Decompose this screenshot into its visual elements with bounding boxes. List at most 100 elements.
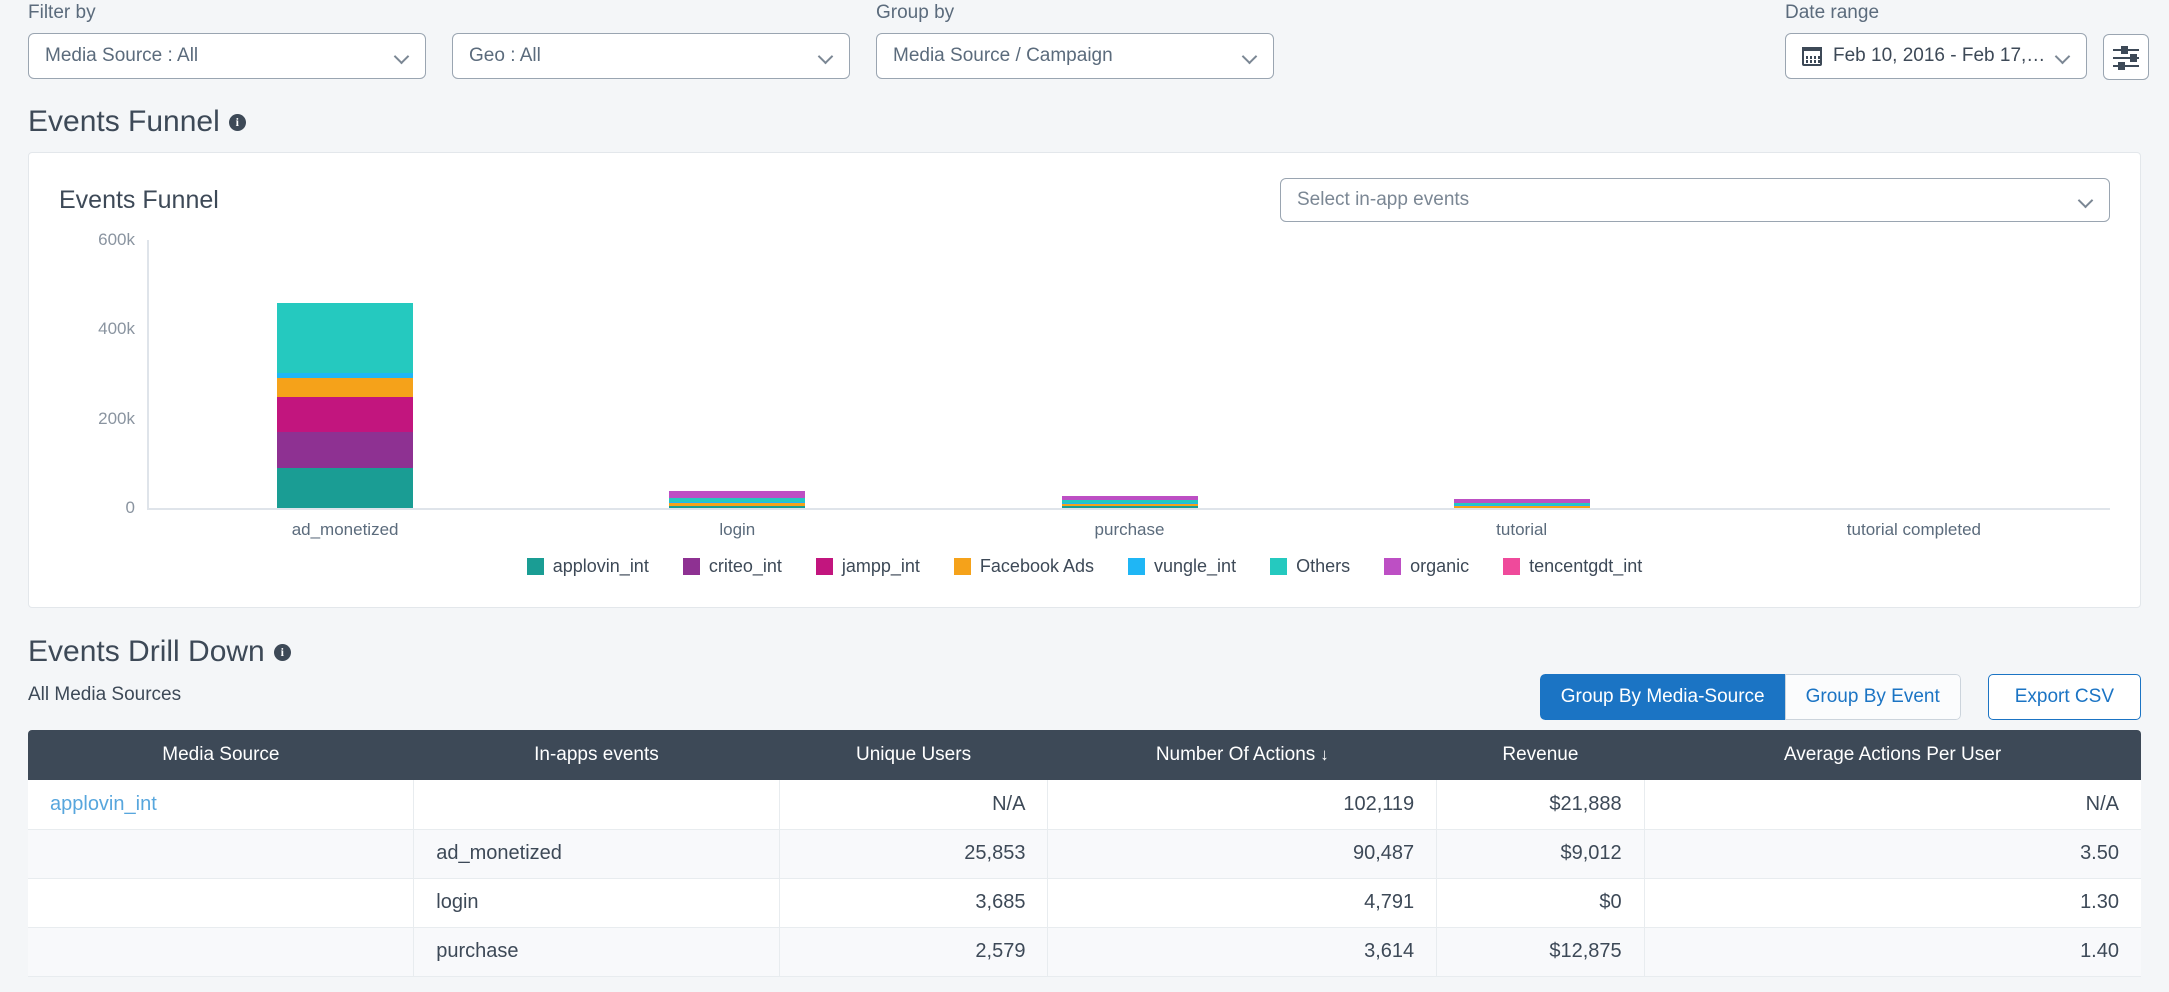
cell-average-actions-per-user: 1.40: [1644, 927, 2141, 976]
filter-by-label: Filter by: [28, 0, 426, 24]
cell-in-app-event: login: [414, 878, 779, 927]
chart-bar-segment[interactable]: [277, 468, 413, 508]
geo-value: Geo : All: [469, 45, 809, 67]
legend-label: applovin_int: [553, 556, 649, 577]
chart-x-tick-label: login: [719, 520, 755, 540]
cell-unique-users: 3,685: [779, 878, 1048, 927]
cell-in-app-event: [414, 780, 779, 829]
legend-label: vungle_int: [1154, 556, 1236, 577]
media-source-link[interactable]: applovin_int: [50, 793, 157, 815]
chart-x-axis-labels: ad_monetizedloginpurchasetutorialtutoria…: [149, 520, 2110, 544]
legend-item[interactable]: Facebook Ads: [954, 556, 1094, 577]
chart-bar-segment[interactable]: [1062, 506, 1198, 508]
filter-bar: Filter by Media Source : All Geo : All G…: [0, 0, 2169, 104]
cell-unique-users: N/A: [779, 780, 1048, 829]
table-body: applovin_intN/A102,119$21,888N/Aad_monet…: [28, 780, 2141, 976]
chart-bar-stack[interactable]: [277, 303, 413, 508]
cell-in-app-event: purchase: [414, 927, 779, 976]
legend-item[interactable]: tencentgdt_int: [1503, 556, 1642, 577]
chart-bar-segment[interactable]: [277, 303, 413, 373]
chart-bar-segment[interactable]: [277, 397, 413, 432]
chart-bar-segment[interactable]: [669, 506, 805, 508]
table-header-row: Media SourceIn-apps eventsUnique UsersNu…: [28, 730, 2141, 780]
legend-swatch: [1128, 558, 1145, 575]
chart-x-tick-label: tutorial: [1496, 520, 1547, 540]
legend-item[interactable]: vungle_int: [1128, 556, 1236, 577]
legend-item[interactable]: organic: [1384, 556, 1469, 577]
group-by-value: Media Source / Campaign: [893, 45, 1233, 67]
legend-item[interactable]: criteo_int: [683, 556, 782, 577]
chart-x-tick-label: tutorial completed: [1847, 520, 1981, 540]
chart-bar-stack[interactable]: [669, 491, 805, 508]
cell-media-source: [28, 878, 414, 927]
table-row: applovin_intN/A102,119$21,888N/A: [28, 780, 2141, 829]
chart-bar-stack[interactable]: [1454, 499, 1590, 508]
group-by-select[interactable]: Media Source / Campaign: [876, 33, 1274, 79]
media-source-select[interactable]: Media Source : All: [28, 33, 426, 79]
filter-media-source-group: Filter by Media Source : All: [28, 0, 426, 79]
table-column-header[interactable]: In-apps events: [414, 730, 779, 780]
events-funnel-heading: Events Funnel i: [0, 104, 2169, 140]
group-by-media-source-button[interactable]: Group By Media-Source: [1540, 674, 1785, 720]
chart-x-axis-line: [147, 508, 2110, 510]
chart-bar-stack[interactable]: [1062, 496, 1198, 508]
cell-media-source[interactable]: applovin_int: [28, 780, 414, 829]
table-column-header[interactable]: Number Of Actions↓: [1048, 730, 1437, 780]
table-column-header[interactable]: Revenue: [1437, 730, 1644, 780]
media-source-value: Media Source : All: [45, 45, 385, 67]
chart-bar-segment[interactable]: [277, 432, 413, 468]
legend-item[interactable]: Others: [1270, 556, 1350, 577]
all-media-sources-label: All Media Sources: [28, 684, 181, 706]
chevron-down-icon: [819, 49, 833, 63]
chart-y-tick: 600k: [98, 230, 135, 250]
info-icon[interactable]: i: [274, 644, 291, 661]
legend-swatch: [527, 558, 544, 575]
cell-revenue: $12,875: [1437, 927, 1644, 976]
cell-number-of-actions: 102,119: [1048, 780, 1437, 829]
legend-swatch: [954, 558, 971, 575]
cell-average-actions-per-user: 3.50: [1644, 829, 2141, 878]
table-column-header[interactable]: Average Actions Per User: [1644, 730, 2141, 780]
date-range-label: Date range: [1785, 0, 2087, 24]
sliders-icon: [2104, 35, 2148, 79]
table-row: ad_monetized25,85390,487$9,0123.50: [28, 829, 2141, 878]
legend-item[interactable]: jampp_int: [816, 556, 920, 577]
date-range-picker[interactable]: Feb 10, 2016 - Feb 17, 2016: [1785, 33, 2087, 79]
chart-bar-segment[interactable]: [277, 378, 413, 397]
chevron-down-icon: [395, 49, 409, 63]
legend-item[interactable]: applovin_int: [527, 556, 649, 577]
table-row: login3,6854,791$01.30: [28, 878, 2141, 927]
events-drill-down-heading: Events Drill Down i: [0, 634, 291, 670]
filter-geo-group: Geo : All: [452, 0, 850, 79]
cell-unique-users: 25,853: [779, 829, 1048, 878]
table-column-header[interactable]: Media Source: [28, 730, 414, 780]
legend-swatch: [1503, 558, 1520, 575]
chevron-down-icon: [2056, 49, 2070, 63]
cell-media-source: [28, 829, 414, 878]
legend-label: jampp_int: [842, 556, 920, 577]
group-by-toggle: Group By Media-Source Group By Event: [1540, 674, 1961, 720]
in-app-events-select[interactable]: Select in-app events: [1280, 178, 2110, 222]
info-icon[interactable]: i: [229, 114, 246, 131]
cell-average-actions-per-user: N/A: [1644, 780, 2141, 829]
chevron-down-icon: [1243, 49, 1257, 63]
date-range-value: Feb 10, 2016 - Feb 17, 2016: [1833, 45, 2046, 67]
group-by-event-button[interactable]: Group By Event: [1785, 674, 1961, 720]
chart-y-axis: 0200k400k600k: [29, 240, 147, 510]
chart-bar-segment[interactable]: [1454, 506, 1590, 508]
in-app-events-placeholder: Select in-app events: [1297, 189, 2069, 211]
export-csv-button[interactable]: Export CSV: [1988, 674, 2141, 720]
settings-button[interactable]: [2103, 34, 2149, 80]
geo-select[interactable]: Geo : All: [452, 33, 850, 79]
table-column-header[interactable]: Unique Users: [779, 730, 1048, 780]
events-funnel-card-header: Events Funnel Select in-app events: [29, 153, 2140, 222]
legend-label: criteo_int: [709, 556, 782, 577]
legend-swatch: [1270, 558, 1287, 575]
events-funnel-heading-text: Events Funnel: [28, 104, 220, 140]
events-funnel-chart: 0200k400k600k ad_monetizedloginpurchaset…: [29, 240, 2140, 540]
sort-arrow-icon: ↓: [1320, 745, 1329, 764]
legend-label: Others: [1296, 556, 1350, 577]
chart-y-tick: 400k: [98, 319, 135, 339]
cell-in-app-event: ad_monetized: [414, 829, 779, 878]
cell-average-actions-per-user: 1.30: [1644, 878, 2141, 927]
